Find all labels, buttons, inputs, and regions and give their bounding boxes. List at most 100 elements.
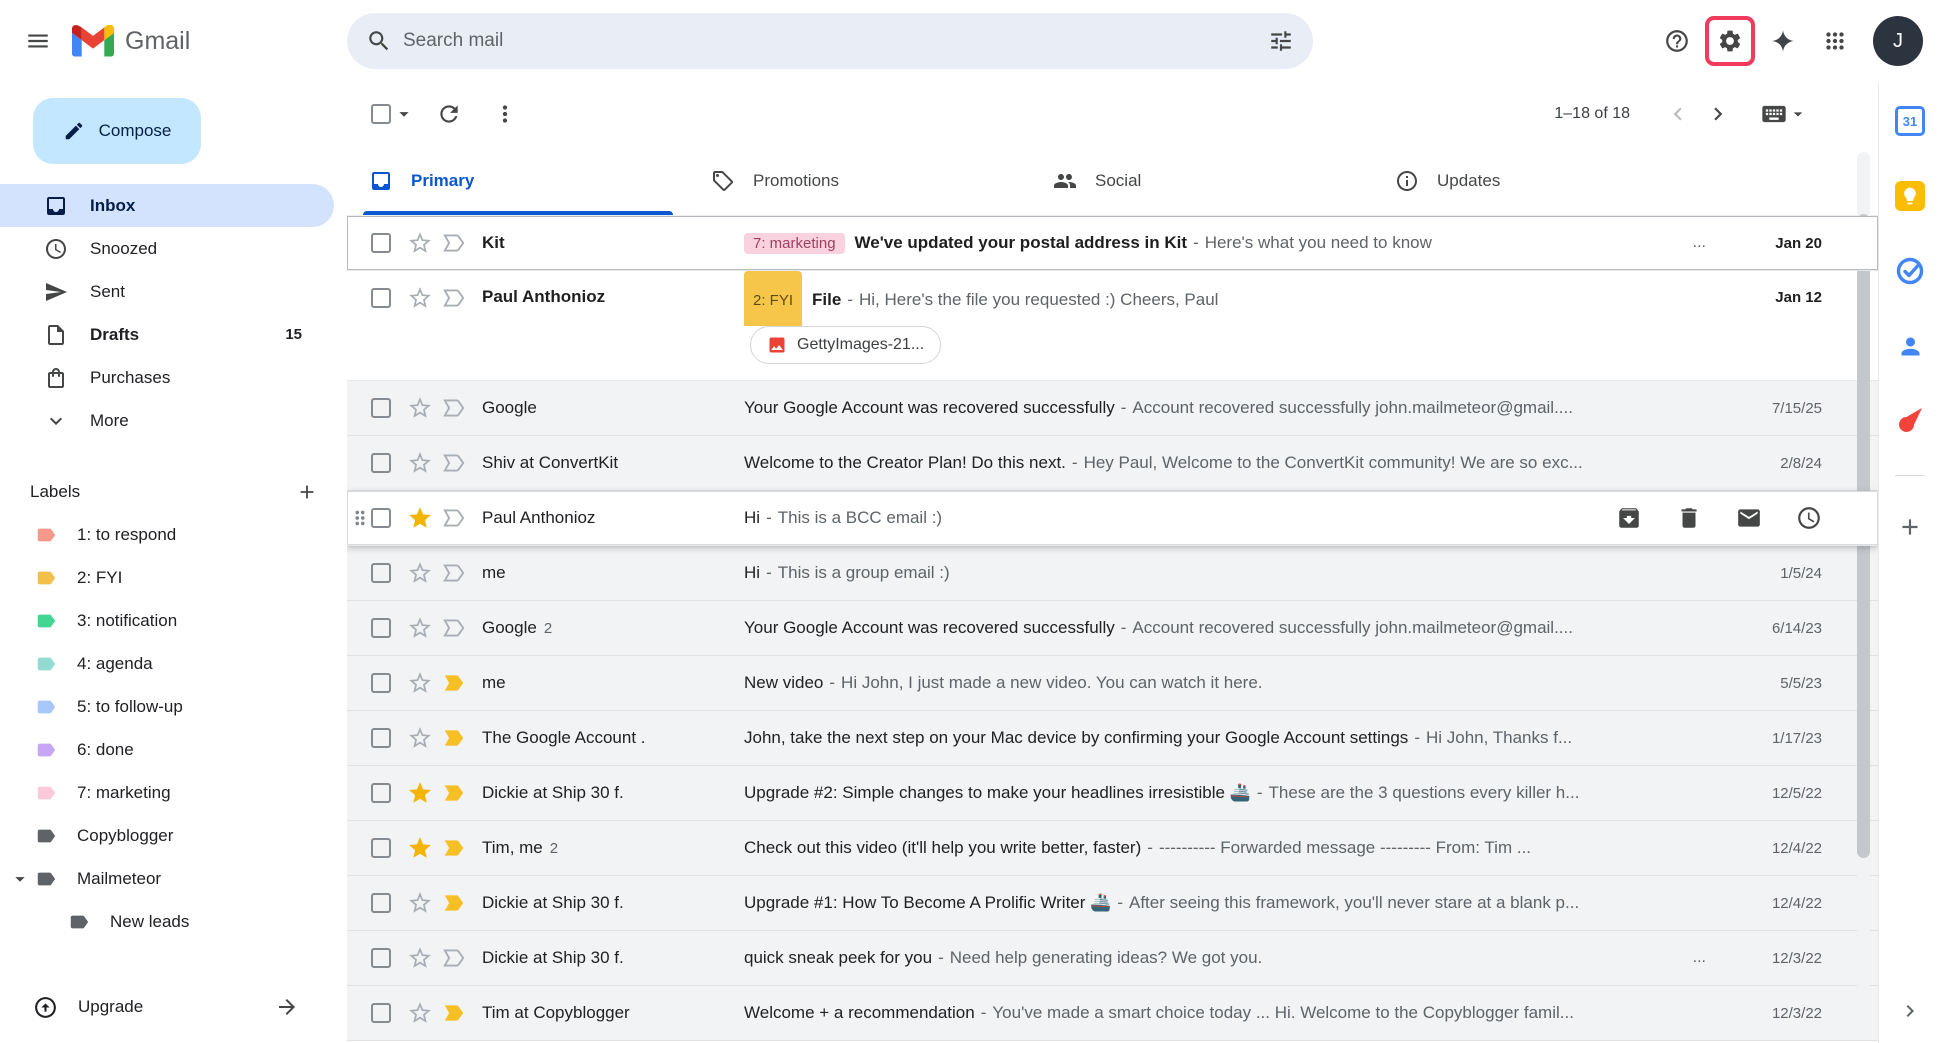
label-item-copyblogger[interactable]: Copyblogger xyxy=(0,814,334,857)
tab-social[interactable]: Social xyxy=(1031,146,1373,215)
email-row[interactable]: Paul Anthonioz Hi-This is a BCC email :) xyxy=(347,491,1878,546)
search-input[interactable] xyxy=(403,30,1257,52)
snooze-icon[interactable] xyxy=(1796,505,1822,531)
email-checkbox[interactable] xyxy=(371,618,391,638)
email-row[interactable]: me Hi-This is a group email :) 1/5/24 xyxy=(347,546,1878,601)
label-item-notification[interactable]: 3: notification xyxy=(0,599,334,642)
star-icon[interactable] xyxy=(407,670,433,696)
archive-icon[interactable] xyxy=(1616,505,1642,531)
gmail-logo[interactable]: Gmail xyxy=(72,25,190,57)
email-row[interactable]: Tim, me2 Check out this video (it'll hel… xyxy=(347,821,1878,876)
tab-updates[interactable]: Updates xyxy=(1373,146,1715,215)
email-checkbox[interactable] xyxy=(371,838,391,858)
label-chip[interactable]: 2: FYI xyxy=(744,271,802,326)
create-label-icon[interactable] xyxy=(289,474,325,510)
importance-icon[interactable] xyxy=(441,670,467,696)
star-icon[interactable] xyxy=(407,285,433,311)
importance-icon[interactable] xyxy=(441,615,467,641)
star-icon[interactable] xyxy=(407,615,433,641)
email-row[interactable]: Shiv at ConvertKit Welcome to the Creato… xyxy=(347,436,1878,491)
input-tools-icon[interactable] xyxy=(1760,100,1808,128)
email-checkbox[interactable] xyxy=(371,398,391,418)
email-row[interactable]: Dickie at Ship 30 f. Upgrade #2: Simple … xyxy=(347,766,1878,821)
select-dropdown-icon[interactable] xyxy=(393,103,415,125)
star-icon[interactable] xyxy=(407,780,433,806)
label-item-agenda[interactable]: 4: agenda xyxy=(0,642,334,685)
email-row[interactable]: The Google Account . John, take the next… xyxy=(347,711,1878,766)
drag-handle-icon[interactable] xyxy=(349,507,371,529)
collapse-panel-icon[interactable] xyxy=(1890,991,1930,1031)
attachment-chip[interactable]: GettyImages-21... xyxy=(750,326,941,364)
scrollbar[interactable] xyxy=(1857,152,1870,1037)
help-icon[interactable] xyxy=(1653,17,1701,65)
importance-icon[interactable] xyxy=(441,835,467,861)
avatar[interactable]: J xyxy=(1873,16,1923,66)
star-icon[interactable] xyxy=(407,450,433,476)
main-menu-icon[interactable] xyxy=(14,17,62,65)
label-chip[interactable]: 7: marketing xyxy=(744,233,845,254)
email-row[interactable]: Tim at Copyblogger Welcome + a recommend… xyxy=(347,986,1878,1041)
select-all-checkbox[interactable] xyxy=(371,104,391,124)
email-row[interactable]: Kit 7: marketingWe've updated your posta… xyxy=(347,216,1878,271)
search-icon[interactable] xyxy=(355,17,403,65)
importance-icon[interactable] xyxy=(441,505,467,531)
email-checkbox[interactable] xyxy=(371,728,391,748)
compose-button[interactable]: Compose xyxy=(33,98,201,164)
label-item-new-leads[interactable]: New leads xyxy=(0,900,334,943)
newer-page-icon[interactable] xyxy=(1658,94,1698,134)
sidebar-item-purchases[interactable]: Purchases xyxy=(0,356,334,399)
tasks-icon[interactable] xyxy=(1887,248,1933,294)
sidebar-item-sent[interactable]: Sent xyxy=(0,270,334,313)
star-icon[interactable] xyxy=(407,725,433,751)
email-row[interactable]: Dickie at Ship 30 f. Upgrade #1: How To … xyxy=(347,876,1878,931)
gemini-sparkle-icon[interactable] xyxy=(1759,17,1807,65)
email-checkbox[interactable] xyxy=(371,233,391,253)
settings-icon[interactable] xyxy=(1709,20,1751,62)
delete-icon[interactable] xyxy=(1676,505,1702,531)
email-checkbox[interactable] xyxy=(371,893,391,913)
importance-icon[interactable] xyxy=(441,890,467,916)
get-addons-icon[interactable] xyxy=(1887,504,1933,550)
importance-icon[interactable] xyxy=(441,450,467,476)
email-row[interactable]: Google Your Google Account was recovered… xyxy=(347,381,1878,436)
label-item-to-respond[interactable]: 1: to respond xyxy=(0,513,334,556)
sidebar-item-more[interactable]: More xyxy=(0,399,334,442)
label-item-fyi[interactable]: 2: FYI xyxy=(0,556,334,599)
star-icon[interactable] xyxy=(407,395,433,421)
star-icon[interactable] xyxy=(407,835,433,861)
mark-unread-icon[interactable] xyxy=(1736,505,1762,531)
label-item-marketing[interactable]: 7: marketing xyxy=(0,771,334,814)
more-options-icon[interactable] xyxy=(483,92,527,136)
importance-icon[interactable] xyxy=(441,945,467,971)
email-row[interactable]: Paul Anthonioz 2: FYIFile-Hi, Here's the… xyxy=(347,271,1878,381)
importance-icon[interactable] xyxy=(441,230,467,256)
email-checkbox[interactable] xyxy=(371,453,391,473)
label-item-to-follow-up[interactable]: 5: to follow-up xyxy=(0,685,334,728)
sidebar-item-inbox[interactable]: Inbox xyxy=(0,184,334,227)
older-page-icon[interactable] xyxy=(1698,94,1738,134)
email-checkbox[interactable] xyxy=(371,563,391,583)
tab-promotions[interactable]: Promotions xyxy=(689,146,1031,215)
email-checkbox[interactable] xyxy=(371,1003,391,1023)
star-icon[interactable] xyxy=(407,945,433,971)
star-icon[interactable] xyxy=(407,230,433,256)
importance-icon[interactable] xyxy=(441,780,467,806)
email-checkbox[interactable] xyxy=(371,948,391,968)
importance-icon[interactable] xyxy=(441,1000,467,1026)
sidebar-item-drafts[interactable]: Drafts 15 xyxy=(0,313,334,356)
search-filters-icon[interactable] xyxy=(1257,17,1305,65)
star-icon[interactable] xyxy=(407,890,433,916)
email-checkbox[interactable] xyxy=(371,783,391,803)
tab-primary[interactable]: Primary xyxy=(347,146,689,215)
calendar-icon[interactable]: 31 xyxy=(1887,98,1933,144)
star-icon[interactable] xyxy=(407,560,433,586)
importance-icon[interactable] xyxy=(441,560,467,586)
upgrade-button[interactable]: Upgrade xyxy=(0,983,347,1031)
apps-grid-icon[interactable] xyxy=(1811,17,1859,65)
keep-icon[interactable] xyxy=(1887,173,1933,219)
star-icon[interactable] xyxy=(407,505,433,531)
label-item-mailmeteor[interactable]: Mailmeteor xyxy=(0,857,334,900)
contacts-icon[interactable] xyxy=(1887,323,1933,369)
label-item-done[interactable]: 6: done xyxy=(0,728,334,771)
email-checkbox[interactable] xyxy=(371,673,391,693)
